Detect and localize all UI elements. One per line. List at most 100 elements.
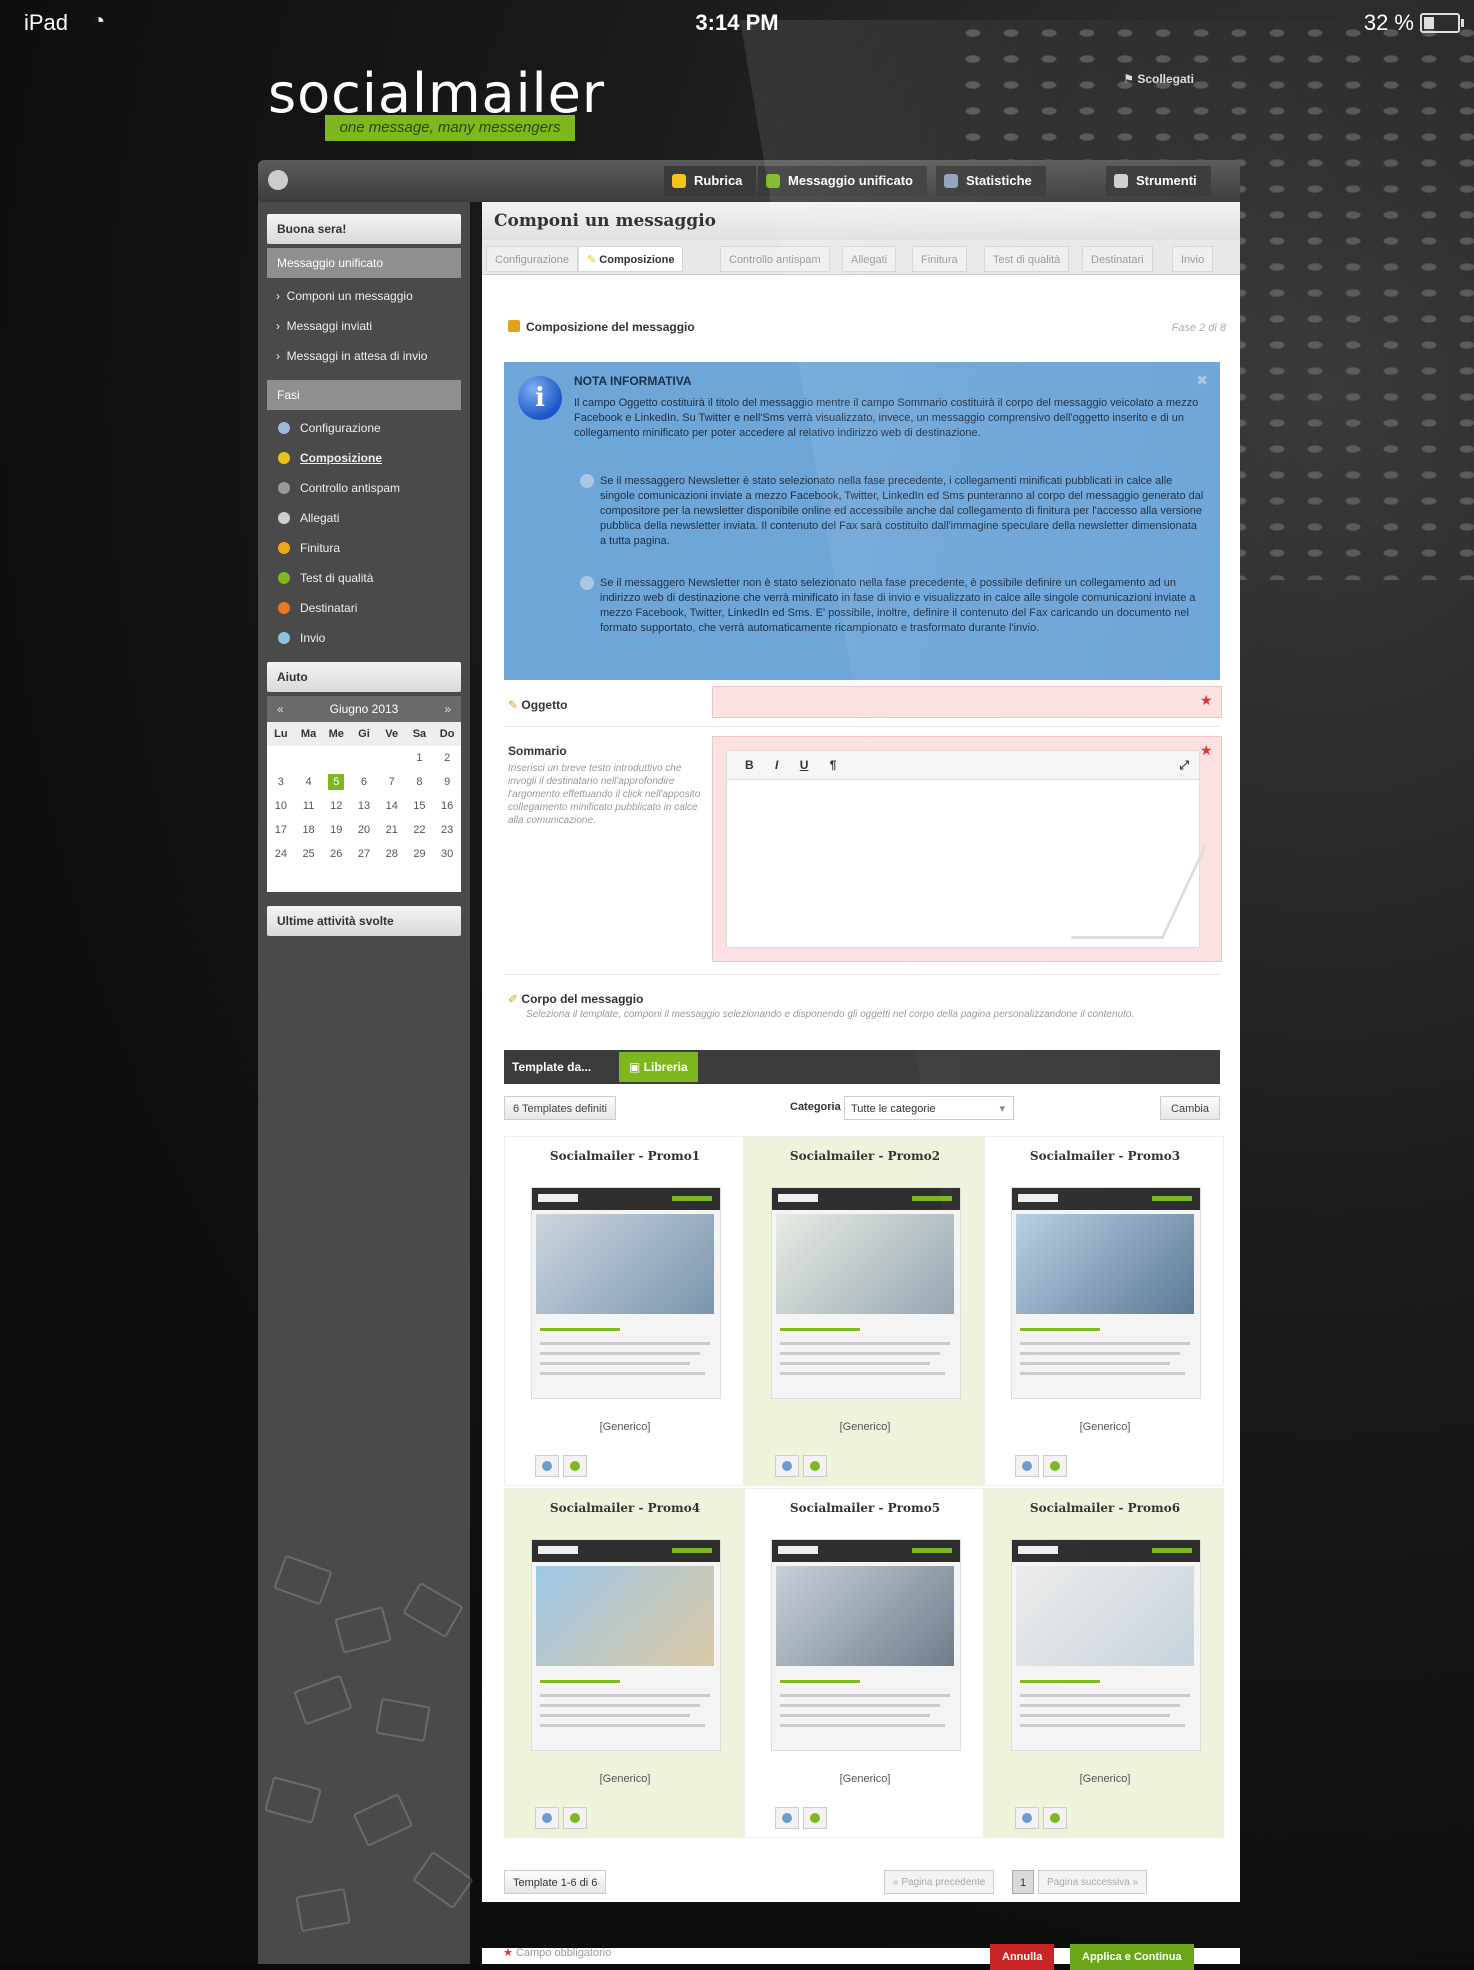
globe-icon[interactable] bbox=[268, 170, 288, 190]
calendar-day[interactable]: 23 bbox=[433, 818, 461, 842]
category-select[interactable]: Tutte le categorie ▾ bbox=[844, 1096, 1014, 1120]
edit-button[interactable] bbox=[563, 1455, 587, 1477]
zoom-button[interactable] bbox=[1015, 1455, 1039, 1477]
calendar-day[interactable]: 21 bbox=[378, 818, 406, 842]
nav-strumenti[interactable]: Strumenti bbox=[1106, 166, 1211, 196]
apply-continue-button[interactable]: Applica e Continua bbox=[1070, 1944, 1194, 1970]
format-button[interactable]: ¶ bbox=[830, 758, 837, 772]
cancel-button[interactable]: Annulla bbox=[990, 1944, 1055, 1970]
template-thumbnail[interactable] bbox=[1011, 1539, 1201, 1751]
template-thumbnail[interactable] bbox=[531, 1187, 721, 1399]
edit-button[interactable] bbox=[803, 1455, 827, 1477]
template-card[interactable]: Socialmailer - Promo5 [Generico] bbox=[744, 1488, 984, 1838]
summary-editor[interactable]: B I U ¶ ⤢ bbox=[726, 750, 1207, 948]
calendar-day[interactable]: 5 bbox=[322, 770, 350, 794]
subject-input[interactable] bbox=[712, 686, 1222, 718]
nav-statistiche[interactable]: Statistiche bbox=[936, 166, 1046, 196]
sidebar-link-pending[interactable]: › Messaggi in attesa di invio bbox=[276, 344, 461, 368]
zoom-button[interactable] bbox=[535, 1807, 559, 1829]
calendar-day[interactable]: 20 bbox=[350, 818, 378, 842]
calendar-day[interactable]: 14 bbox=[378, 794, 406, 818]
template-thumbnail[interactable] bbox=[771, 1187, 961, 1399]
template-thumbnail[interactable] bbox=[771, 1539, 961, 1751]
prev-page-button[interactable]: « Pagina precedente bbox=[884, 1870, 995, 1894]
edit-button[interactable] bbox=[1043, 1455, 1067, 1477]
page-number[interactable]: 1 bbox=[1012, 1870, 1034, 1894]
help-title[interactable]: Aiuto bbox=[267, 662, 461, 692]
tab-configurazione[interactable]: Configurazione bbox=[486, 246, 578, 272]
calendar-day[interactable]: 12 bbox=[322, 794, 350, 818]
calendar-day[interactable]: 26 bbox=[322, 842, 350, 866]
sidebar-link-compose[interactable]: › Componi un messaggio bbox=[276, 284, 461, 308]
calendar-day[interactable]: 24 bbox=[267, 842, 295, 866]
tab-finitura[interactable]: Finitura bbox=[912, 246, 967, 272]
template-thumbnail[interactable] bbox=[1011, 1187, 1201, 1399]
edit-button[interactable] bbox=[803, 1807, 827, 1829]
expand-icon[interactable]: ⤢ bbox=[1179, 751, 1189, 779]
calendar-day[interactable]: 27 bbox=[350, 842, 378, 866]
tab-test-qualita[interactable]: Test di qualità bbox=[984, 246, 1070, 272]
next-page-button[interactable]: Pagina successiva » bbox=[1038, 1870, 1148, 1894]
calendar-day[interactable]: 13 bbox=[350, 794, 378, 818]
calendar-day[interactable]: 2 bbox=[433, 746, 461, 770]
zoom-button[interactable] bbox=[1015, 1807, 1039, 1829]
calendar-day[interactable]: 9 bbox=[433, 770, 461, 794]
calendar-day[interactable]: 7 bbox=[378, 770, 406, 794]
recent-activity-title[interactable]: Ultime attività svolte bbox=[267, 906, 461, 936]
tab-composizione[interactable]: ✎ Composizione bbox=[578, 246, 684, 272]
zoom-button[interactable] bbox=[775, 1807, 799, 1829]
calendar-day[interactable]: 8 bbox=[406, 770, 434, 794]
calendar-day[interactable]: 18 bbox=[295, 818, 323, 842]
template-card[interactable]: Socialmailer - Promo3 [Generico] bbox=[984, 1136, 1224, 1486]
close-icon[interactable]: ✖ bbox=[1196, 372, 1208, 389]
calendar-day[interactable]: 29 bbox=[406, 842, 434, 866]
calendar-day[interactable]: 6 bbox=[350, 770, 378, 794]
template-card[interactable]: Socialmailer - Promo2 [Generico] bbox=[744, 1136, 984, 1486]
template-card[interactable]: Socialmailer - Promo4 [Generico] bbox=[504, 1488, 744, 1838]
template-card[interactable]: Socialmailer - Promo1 [Generico] bbox=[504, 1136, 744, 1486]
phase-invio[interactable]: Invio bbox=[276, 626, 461, 650]
template-thumbnail[interactable] bbox=[531, 1539, 721, 1751]
phase-destinatari[interactable]: Destinatari bbox=[276, 596, 461, 620]
sidebar-section-title[interactable]: Messaggio unificato bbox=[267, 248, 461, 278]
phase-test-qualita[interactable]: Test di qualità bbox=[276, 566, 461, 590]
zoom-button[interactable] bbox=[535, 1455, 559, 1477]
template-card[interactable]: Socialmailer - Promo6 [Generico] bbox=[984, 1488, 1224, 1838]
phase-composizione[interactable]: Composizione bbox=[276, 446, 461, 470]
calendar-day[interactable]: 1 bbox=[406, 746, 434, 770]
tab-invio[interactable]: Invio bbox=[1172, 246, 1214, 272]
tab-antispam[interactable]: Controllo antispam bbox=[720, 246, 830, 272]
calendar-day[interactable]: 17 bbox=[267, 818, 295, 842]
phase-allegati[interactable]: Allegati bbox=[276, 506, 461, 530]
nav-rubrica[interactable]: Rubrica bbox=[664, 166, 757, 196]
phase-configurazione[interactable]: Configurazione bbox=[276, 416, 461, 440]
italic-button[interactable]: I bbox=[775, 758, 778, 772]
library-tab[interactable]: ▣ Libreria bbox=[619, 1052, 698, 1082]
change-button[interactable]: Cambia bbox=[1160, 1096, 1220, 1120]
calendar-day[interactable]: 4 bbox=[295, 770, 323, 794]
calendar-day[interactable]: 3 bbox=[267, 770, 295, 794]
calendar-day[interactable]: 10 bbox=[267, 794, 295, 818]
phase-antispam[interactable]: Controllo antispam bbox=[276, 476, 461, 500]
underline-button[interactable]: U bbox=[800, 758, 809, 772]
calendar-day[interactable]: 22 bbox=[406, 818, 434, 842]
edit-button[interactable] bbox=[1043, 1807, 1067, 1829]
bold-button[interactable]: B bbox=[745, 758, 754, 772]
calendar-day[interactable]: 19 bbox=[322, 818, 350, 842]
tab-allegati[interactable]: Allegati bbox=[842, 246, 897, 272]
sidebar-link-sent[interactable]: › Messaggi inviati bbox=[276, 314, 461, 338]
nav-messaggio-unificato[interactable]: Messaggio unificato bbox=[758, 166, 927, 196]
calendar-day[interactable]: 28 bbox=[378, 842, 406, 866]
calendar-prev[interactable]: « bbox=[277, 696, 284, 722]
calendar-day[interactable]: 11 bbox=[295, 794, 323, 818]
calendar-next[interactable]: » bbox=[444, 696, 451, 722]
calendar-day[interactable]: 30 bbox=[433, 842, 461, 866]
zoom-button[interactable] bbox=[775, 1455, 799, 1477]
calendar-day[interactable]: 25 bbox=[295, 842, 323, 866]
logout-link[interactable]: ⚑ Scollegati bbox=[1123, 72, 1194, 86]
calendar-day[interactable]: 16 bbox=[433, 794, 461, 818]
tab-destinatari[interactable]: Destinatari bbox=[1082, 246, 1153, 272]
phase-finitura[interactable]: Finitura bbox=[276, 536, 461, 560]
edit-button[interactable] bbox=[563, 1807, 587, 1829]
calendar-day[interactable]: 15 bbox=[406, 794, 434, 818]
